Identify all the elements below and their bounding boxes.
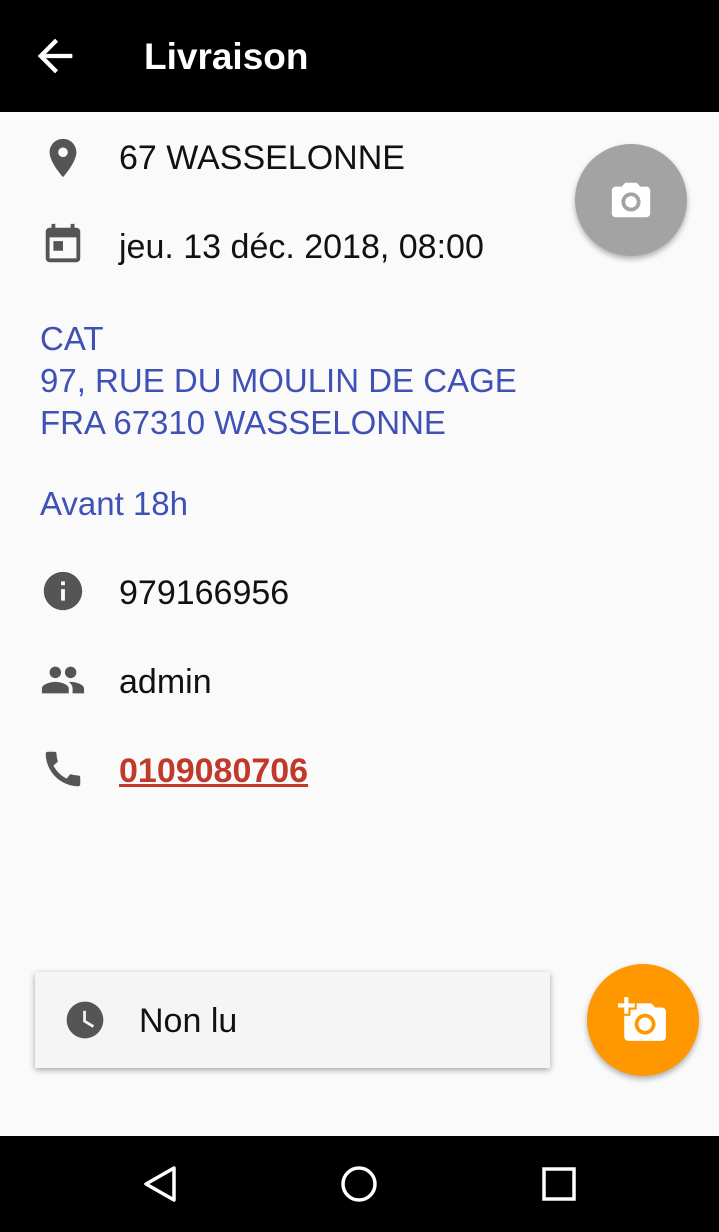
info-icon [43,571,83,611]
address-line-3: FRA 67310 WASSELONNE [40,404,446,441]
add-photo-button[interactable] [587,964,699,1076]
address-block[interactable]: CAT 97, RUE DU MOULIN DE CAGE FRA 67310 … [40,318,517,444]
datetime-text: jeu. 13 déc. 2018, 08:00 [119,228,484,266]
clock-icon [66,1001,104,1039]
system-nav-bar [0,1136,719,1232]
back-button[interactable] [26,30,84,82]
user-text: admin [119,663,212,701]
phone-link[interactable]: 0109080706 [119,752,308,791]
phone-icon [45,751,81,787]
add-photo-icon [618,997,666,1041]
app-bar: Livraison [0,0,719,112]
nav-back-button[interactable] [130,1154,190,1214]
camera-button[interactable] [575,144,687,256]
location-text: 67 WASSELONNE [119,139,405,177]
camera-icon [611,182,651,218]
nav-home-icon [341,1166,377,1202]
nav-recents-icon [542,1167,576,1201]
status-card[interactable]: Non lu [35,972,550,1068]
reference-text: 979166956 [119,574,290,612]
calendar-icon [45,223,81,263]
people-icon [41,666,85,694]
nav-home-button[interactable] [329,1154,389,1214]
page-title: Livraison [144,36,309,77]
delivery-note: Avant 18h [40,485,189,522]
arrow-back-icon [37,38,73,74]
address-line-2: 97, RUE DU MOULIN DE CAGE [40,362,517,399]
nav-back-icon [144,1166,176,1202]
status-label: Non lu [139,1002,238,1040]
nav-recents-button[interactable] [529,1154,589,1214]
location-pin-icon [49,138,77,178]
address-line-1: CAT [40,320,104,357]
